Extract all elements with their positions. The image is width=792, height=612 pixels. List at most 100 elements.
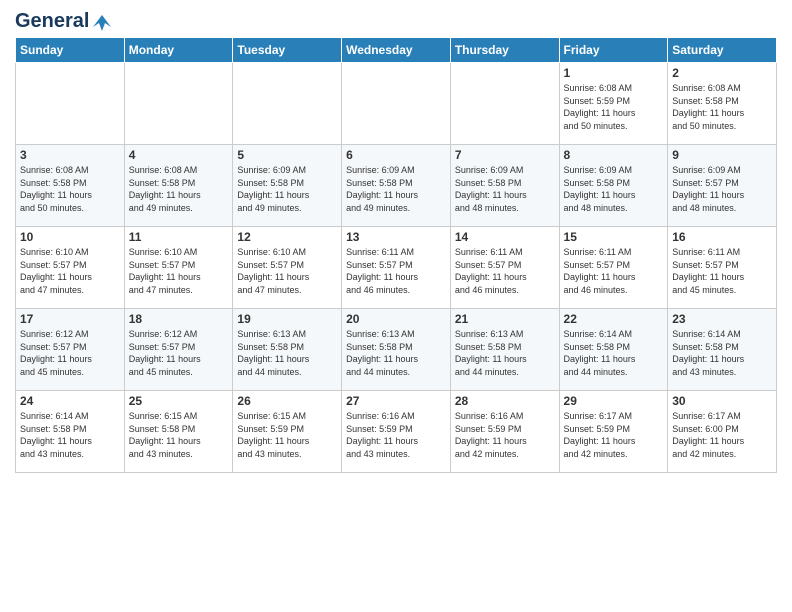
calendar-week-3: 10 Sunrise: 6:10 AM Sunset: 5:57 PM Dayli…	[16, 227, 777, 309]
calendar-cell: 13 Sunrise: 6:11 AM Sunset: 5:57 PM Dayli…	[342, 227, 451, 309]
calendar-cell: 2Sunrise: 6:08 AM Sunset: 5:58 PM Daylig…	[668, 63, 777, 145]
logo: General	[15, 10, 113, 29]
calendar-cell: 7 Sunrise: 6:09 AM Sunset: 5:58 PM Daylig…	[450, 145, 559, 227]
day-number: 3	[20, 148, 120, 162]
day-number: 10	[20, 230, 120, 244]
day-info: Sunrise: 6:08 AM Sunset: 5:59 PM Dayligh…	[564, 82, 664, 132]
day-info: Sunrise: 6:11 AM Sunset: 5:57 PM Dayligh…	[455, 246, 555, 296]
calendar-cell: 29 Sunrise: 6:17 AM Sunset: 5:59 PM Dayli…	[559, 391, 668, 473]
calendar-cell: 3 Sunrise: 6:08 AM Sunset: 5:58 PM Daylig…	[16, 145, 125, 227]
day-info: Sunrise: 6:17 AM Sunset: 5:59 PM Dayligh…	[564, 410, 664, 460]
day-number: 15	[564, 230, 664, 244]
weekday-header-row: SundayMondayTuesdayWednesdayThursdayFrid…	[16, 38, 777, 63]
weekday-saturday: Saturday	[668, 38, 777, 63]
day-number: 25	[129, 394, 229, 408]
calendar-cell: 30 Sunrise: 6:17 AM Sunset: 6:00 PM Dayli…	[668, 391, 777, 473]
day-info: Sunrise: 6:08 AM Sunset: 5:58 PM Dayligh…	[129, 164, 229, 214]
calendar-cell: 5Sunrise: 6:09 AM Sunset: 5:58 PM Daylig…	[233, 145, 342, 227]
weekday-wednesday: Wednesday	[342, 38, 451, 63]
day-info: Sunrise: 6:12 AM Sunset: 5:57 PM Dayligh…	[129, 328, 229, 378]
day-info: Sunrise: 6:11 AM Sunset: 5:57 PM Dayligh…	[346, 246, 446, 296]
weekday-thursday: Thursday	[450, 38, 559, 63]
calendar-cell: 22Sunrise: 6:14 AM Sunset: 5:58 PM Dayli…	[559, 309, 668, 391]
calendar-cell: 20Sunrise: 6:13 AM Sunset: 5:58 PM Dayli…	[342, 309, 451, 391]
day-info: Sunrise: 6:12 AM Sunset: 5:57 PM Dayligh…	[20, 328, 120, 378]
day-number: 24	[20, 394, 120, 408]
day-number: 4	[129, 148, 229, 162]
calendar-cell: 12 Sunrise: 6:10 AM Sunset: 5:57 PM Dayli…	[233, 227, 342, 309]
day-number: 19	[237, 312, 337, 326]
day-number: 21	[455, 312, 555, 326]
day-info: Sunrise: 6:13 AM Sunset: 5:58 PM Dayligh…	[346, 328, 446, 378]
day-info: Sunrise: 6:10 AM Sunset: 5:57 PM Dayligh…	[237, 246, 337, 296]
day-number: 23	[672, 312, 772, 326]
calendar-cell	[16, 63, 125, 145]
day-number: 1	[564, 66, 664, 80]
day-info: Sunrise: 6:14 AM Sunset: 5:58 PM Dayligh…	[672, 328, 772, 378]
day-info: Sunrise: 6:10 AM Sunset: 5:57 PM Dayligh…	[129, 246, 229, 296]
calendar-cell: 15 Sunrise: 6:11 AM Sunset: 5:57 PM Dayli…	[559, 227, 668, 309]
day-number: 14	[455, 230, 555, 244]
day-info: Sunrise: 6:17 AM Sunset: 6:00 PM Dayligh…	[672, 410, 772, 460]
calendar-table: SundayMondayTuesdayWednesdayThursdayFrid…	[15, 37, 777, 473]
day-info: Sunrise: 6:09 AM Sunset: 5:58 PM Dayligh…	[455, 164, 555, 214]
weekday-friday: Friday	[559, 38, 668, 63]
calendar-cell: 4 Sunrise: 6:08 AM Sunset: 5:58 PM Daylig…	[124, 145, 233, 227]
logo-general: General	[15, 10, 89, 33]
weekday-sunday: Sunday	[16, 38, 125, 63]
header: General	[15, 10, 777, 29]
day-number: 7	[455, 148, 555, 162]
calendar-cell: 25 Sunrise: 6:15 AM Sunset: 5:58 PM Dayli…	[124, 391, 233, 473]
day-info: Sunrise: 6:11 AM Sunset: 5:57 PM Dayligh…	[672, 246, 772, 296]
calendar-cell: 17Sunrise: 6:12 AM Sunset: 5:57 PM Dayli…	[16, 309, 125, 391]
calendar-cell: 1 Sunrise: 6:08 AM Sunset: 5:59 PM Daylig…	[559, 63, 668, 145]
calendar-week-1: 1 Sunrise: 6:08 AM Sunset: 5:59 PM Daylig…	[16, 63, 777, 145]
calendar-cell	[124, 63, 233, 145]
day-info: Sunrise: 6:14 AM Sunset: 5:58 PM Dayligh…	[20, 410, 120, 460]
day-number: 13	[346, 230, 446, 244]
calendar-cell: 14 Sunrise: 6:11 AM Sunset: 5:57 PM Dayli…	[450, 227, 559, 309]
weekday-tuesday: Tuesday	[233, 38, 342, 63]
calendar-cell: 23 Sunrise: 6:14 AM Sunset: 5:58 PM Dayli…	[668, 309, 777, 391]
day-info: Sunrise: 6:15 AM Sunset: 5:59 PM Dayligh…	[237, 410, 337, 460]
calendar-cell: 26Sunrise: 6:15 AM Sunset: 5:59 PM Dayli…	[233, 391, 342, 473]
day-number: 6	[346, 148, 446, 162]
day-number: 18	[129, 312, 229, 326]
calendar-cell: 10 Sunrise: 6:10 AM Sunset: 5:57 PM Dayli…	[16, 227, 125, 309]
day-number: 16	[672, 230, 772, 244]
calendar-cell: 11Sunrise: 6:10 AM Sunset: 5:57 PM Dayli…	[124, 227, 233, 309]
day-number: 27	[346, 394, 446, 408]
day-number: 30	[672, 394, 772, 408]
calendar-cell: 27 Sunrise: 6:16 AM Sunset: 5:59 PM Dayli…	[342, 391, 451, 473]
day-info: Sunrise: 6:11 AM Sunset: 5:57 PM Dayligh…	[564, 246, 664, 296]
day-number: 8	[564, 148, 664, 162]
day-info: Sunrise: 6:13 AM Sunset: 5:58 PM Dayligh…	[237, 328, 337, 378]
day-info: Sunrise: 6:08 AM Sunset: 5:58 PM Dayligh…	[20, 164, 120, 214]
day-info: Sunrise: 6:08 AM Sunset: 5:58 PM Dayligh…	[672, 82, 772, 132]
day-number: 12	[237, 230, 337, 244]
calendar-cell: 19 Sunrise: 6:13 AM Sunset: 5:58 PM Dayli…	[233, 309, 342, 391]
day-info: Sunrise: 6:13 AM Sunset: 5:58 PM Dayligh…	[455, 328, 555, 378]
calendar-cell: 9Sunrise: 6:09 AM Sunset: 5:57 PM Daylig…	[668, 145, 777, 227]
calendar-cell: 24 Sunrise: 6:14 AM Sunset: 5:58 PM Dayli…	[16, 391, 125, 473]
calendar-cell	[342, 63, 451, 145]
day-info: Sunrise: 6:15 AM Sunset: 5:58 PM Dayligh…	[129, 410, 229, 460]
logo-bird-icon	[91, 13, 113, 31]
day-number: 28	[455, 394, 555, 408]
calendar-week-2: 3 Sunrise: 6:08 AM Sunset: 5:58 PM Daylig…	[16, 145, 777, 227]
calendar-cell: 28Sunrise: 6:16 AM Sunset: 5:59 PM Dayli…	[450, 391, 559, 473]
calendar-cell	[450, 63, 559, 145]
day-number: 5	[237, 148, 337, 162]
day-number: 29	[564, 394, 664, 408]
calendar-cell: 8 Sunrise: 6:09 AM Sunset: 5:58 PM Daylig…	[559, 145, 668, 227]
calendar-cell: 6Sunrise: 6:09 AM Sunset: 5:58 PM Daylig…	[342, 145, 451, 227]
weekday-monday: Monday	[124, 38, 233, 63]
calendar-cell: 18 Sunrise: 6:12 AM Sunset: 5:57 PM Dayli…	[124, 309, 233, 391]
day-number: 9	[672, 148, 772, 162]
calendar-cell: 16 Sunrise: 6:11 AM Sunset: 5:57 PM Dayli…	[668, 227, 777, 309]
day-info: Sunrise: 6:10 AM Sunset: 5:57 PM Dayligh…	[20, 246, 120, 296]
day-number: 22	[564, 312, 664, 326]
day-info: Sunrise: 6:09 AM Sunset: 5:58 PM Dayligh…	[564, 164, 664, 214]
day-info: Sunrise: 6:16 AM Sunset: 5:59 PM Dayligh…	[346, 410, 446, 460]
calendar-cell: 21 Sunrise: 6:13 AM Sunset: 5:58 PM Dayli…	[450, 309, 559, 391]
